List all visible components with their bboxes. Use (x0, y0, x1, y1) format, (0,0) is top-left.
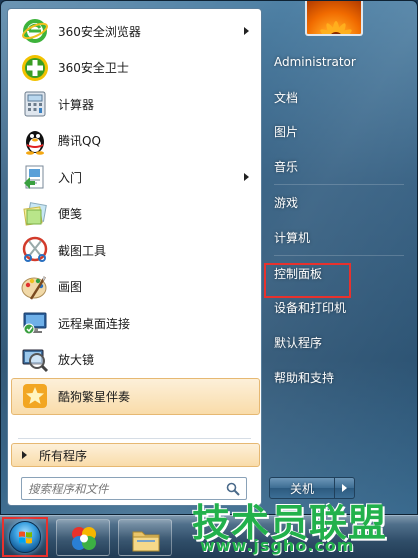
program-item-remote-desktop[interactable]: 远程桌面连接 (11, 305, 260, 342)
all-programs-label: 所有程序 (39, 448, 88, 463)
program-item-paint[interactable]: 画图 (11, 269, 260, 306)
snipping-tool-icon (20, 235, 50, 265)
sticky-notes-icon (20, 199, 50, 229)
pane-separator (18, 438, 251, 439)
link-documents[interactable]: 文档 (266, 80, 412, 115)
flower-picture-icon (320, 21, 352, 34)
link-user-label: Administrator (274, 55, 356, 70)
user-picture[interactable] (305, 1, 363, 36)
magnifier-icon (20, 345, 50, 375)
link-devices-printers[interactable]: 设备和打印机 (266, 291, 412, 326)
link-help-support[interactable]: 帮助和支持 (266, 360, 412, 395)
program-label: 放大镜 (58, 353, 95, 368)
calculator-icon (20, 89, 50, 119)
paint-icon (20, 272, 50, 302)
getting-started-icon (20, 162, 50, 192)
taskbar-app-button[interactable] (56, 519, 110, 556)
link-help-support-label: 帮助和支持 (274, 371, 335, 386)
chevron-right-icon (342, 484, 347, 492)
link-computer-label: 计算机 (274, 230, 311, 245)
link-control-panel[interactable]: 控制面板 (266, 256, 412, 291)
link-documents-label: 文档 (274, 90, 299, 105)
link-pictures-label: 图片 (274, 125, 299, 140)
program-item-qq[interactable]: 腾讯QQ (11, 123, 260, 160)
submenu-arrow-icon[interactable] (244, 27, 249, 36)
program-list: 360安全浏览器 360安全卫士 计算器 腾讯QQ 入门 便笺 截图工具 画图 … (11, 13, 260, 415)
program-label: 画图 (58, 280, 83, 295)
program-label: 入门 (58, 170, 83, 185)
link-computer[interactable]: 计算机 (266, 220, 412, 255)
shutdown-label: 关机 (289, 481, 314, 496)
program-label: 便笺 (58, 207, 83, 222)
link-user[interactable]: Administrator (266, 45, 412, 80)
program-item-sticky-notes[interactable]: 便笺 (11, 196, 260, 233)
program-item-kugou[interactable]: 酷狗繁星伴奏 (11, 378, 260, 415)
program-label: 360安全卫士 (58, 61, 129, 76)
right-links: Administrator 文档 图片 音乐 游戏 计算机 控制面板 设备和打印… (266, 45, 412, 395)
taskbar-explorer-button[interactable] (118, 519, 172, 556)
all-programs-button[interactable]: 所有程序 (11, 443, 260, 467)
link-music-label: 音乐 (274, 160, 299, 175)
folder-icon (132, 531, 160, 552)
shutdown-button[interactable]: 关机 (269, 477, 335, 499)
link-pictures[interactable]: 图片 (266, 115, 412, 150)
link-default-programs-label: 默认程序 (274, 336, 323, 351)
shutdown-options-button[interactable] (335, 477, 355, 499)
link-games[interactable]: 游戏 (266, 185, 412, 220)
remote-desktop-icon (20, 308, 50, 338)
program-label: 计算器 (58, 97, 95, 112)
taskbar (0, 515, 418, 558)
program-item-360-security[interactable]: 360安全卫士 (11, 50, 260, 87)
security-360-icon (20, 53, 50, 83)
program-label: 腾讯QQ (58, 134, 101, 149)
windows-orb-icon (9, 521, 41, 553)
start-menu: 360安全浏览器 360安全卫士 计算器 腾讯QQ 入门 便笺 截图工具 画图 … (0, 0, 418, 515)
browser-360-icon (20, 16, 50, 46)
qq-penguin-icon (20, 126, 50, 156)
link-games-label: 游戏 (274, 196, 299, 211)
link-default-programs[interactable]: 默认程序 (266, 325, 412, 360)
search-box[interactable] (21, 477, 247, 500)
link-music[interactable]: 音乐 (266, 149, 412, 184)
program-item-getting-started[interactable]: 入门 (11, 159, 260, 196)
link-control-panel-label: 控制面板 (274, 266, 323, 281)
start-button[interactable] (2, 517, 48, 557)
link-devices-printers-label: 设备和打印机 (274, 301, 347, 316)
colorful-circles-app-icon (72, 527, 96, 550)
program-item-360-browser[interactable]: 360安全浏览器 (11, 13, 260, 50)
search-input[interactable] (22, 478, 212, 499)
program-label: 远程桌面连接 (58, 316, 131, 331)
program-item-magnifier[interactable]: 放大镜 (11, 342, 260, 379)
program-label: 360安全浏览器 (58, 24, 141, 39)
submenu-arrow-icon[interactable] (244, 173, 249, 182)
all-programs-arrow-icon (22, 451, 27, 459)
shutdown-group: 关机 (269, 477, 355, 499)
program-label: 截图工具 (58, 243, 107, 258)
programs-pane: 360安全浏览器 360安全卫士 计算器 腾讯QQ 入门 便笺 截图工具 画图 … (7, 8, 262, 506)
program-label: 酷狗繁星伴奏 (58, 389, 131, 404)
kugou-icon (20, 381, 50, 411)
search-icon[interactable] (226, 482, 240, 496)
program-item-calculator[interactable]: 计算器 (11, 86, 260, 123)
program-item-snipping-tool[interactable]: 截图工具 (11, 232, 260, 269)
